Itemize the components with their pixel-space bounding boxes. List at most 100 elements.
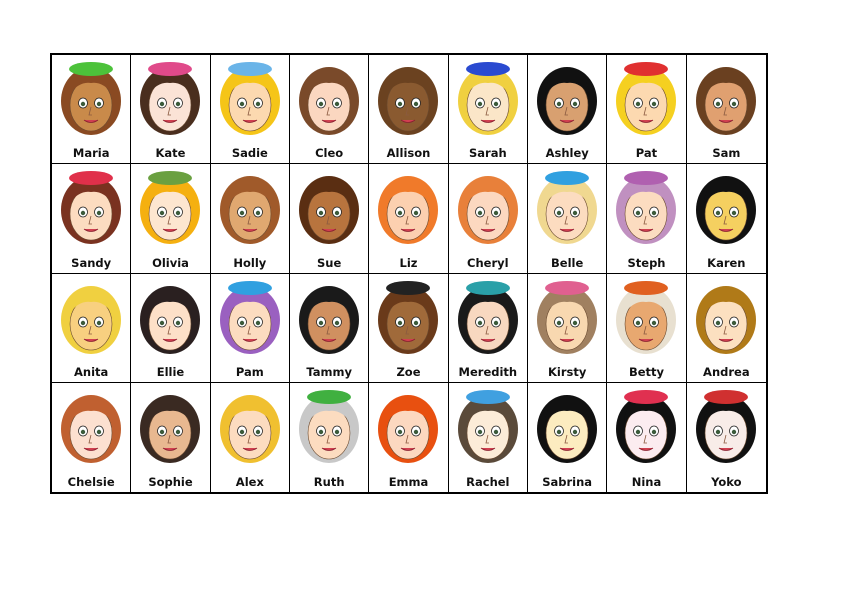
character-card: Sarah xyxy=(448,55,528,165)
character-name: Rachel xyxy=(466,475,510,489)
character-card: Sue xyxy=(290,164,370,274)
character-name: Steph xyxy=(627,255,666,270)
character-portrait xyxy=(457,280,518,354)
character-card: Ashley xyxy=(528,55,608,165)
character-portrait xyxy=(696,389,757,463)
character-portrait xyxy=(457,389,518,463)
character-card: Maria xyxy=(52,55,132,165)
character-card: Meredith xyxy=(448,273,528,383)
character-card: Karen xyxy=(686,164,766,274)
character-name: Olivia xyxy=(152,255,189,270)
character-name: Sarah xyxy=(468,146,507,161)
character-portrait xyxy=(378,394,439,463)
character-portrait xyxy=(61,171,122,245)
character-card: Sabrina xyxy=(528,382,608,492)
character-name: Kate xyxy=(155,146,186,161)
character-card: Andrea xyxy=(686,274,766,383)
character-grid: Maria Kate Sadie Cleo Allison Sarah Ashl… xyxy=(50,53,768,494)
character-name: Pam xyxy=(235,364,264,379)
character-name: Sadie xyxy=(231,146,268,161)
character-name: Ellie xyxy=(156,364,185,379)
character-card: Sadie xyxy=(210,55,290,165)
character-card: Olivia xyxy=(131,164,211,274)
character-name: Sandy xyxy=(71,255,112,270)
character-name: Emma xyxy=(388,475,429,489)
character-name: Maria xyxy=(72,146,110,161)
character-name: Sue xyxy=(317,255,342,270)
character-name: Liz xyxy=(399,255,418,270)
character-name: Sophie xyxy=(148,475,193,489)
character-name: Kirsty xyxy=(547,364,587,379)
character-portrait xyxy=(299,285,360,354)
character-card: Allison xyxy=(369,55,449,165)
character-name: Andrea xyxy=(703,364,750,379)
character-card: Steph xyxy=(607,164,687,274)
character-card: Kate xyxy=(131,55,211,165)
character-portrait xyxy=(219,176,280,245)
character-portrait xyxy=(696,285,757,354)
character-name: Karen xyxy=(707,255,746,270)
character-card: Betty xyxy=(607,273,687,383)
character-card: Alex xyxy=(211,382,290,492)
character-card: Chelsie xyxy=(52,382,132,492)
character-portrait xyxy=(616,171,677,245)
character-card: Sam xyxy=(686,55,766,165)
character-portrait xyxy=(299,67,360,135)
character-name: Cheryl xyxy=(467,255,509,270)
character-card: Ruth xyxy=(290,382,370,492)
character-name: Alex xyxy=(235,475,264,489)
character-portrait xyxy=(299,176,360,245)
character-portrait xyxy=(696,176,757,245)
character-name: Chelsie xyxy=(67,475,115,489)
character-name: Ruth xyxy=(313,475,345,489)
character-name: Yoko xyxy=(711,475,742,489)
character-portrait xyxy=(140,62,201,135)
character-portrait xyxy=(61,285,122,354)
character-name: Nina xyxy=(631,475,662,489)
character-portrait xyxy=(378,176,439,245)
character-name: Sabrina xyxy=(542,475,593,489)
character-portrait xyxy=(299,389,360,463)
character-portrait xyxy=(378,67,439,135)
character-name: Sam xyxy=(712,146,741,161)
character-portrait xyxy=(219,394,280,463)
character-card: Ellie xyxy=(131,273,211,383)
character-name: Zoe xyxy=(396,364,421,379)
character-name: Allison xyxy=(386,146,431,161)
character-card: Rachel xyxy=(449,382,528,492)
character-card: Nina xyxy=(607,382,687,492)
character-portrait xyxy=(537,171,598,245)
character-card: Sophie xyxy=(131,382,211,492)
character-portrait xyxy=(616,62,677,135)
character-portrait xyxy=(616,389,677,463)
character-card: Liz xyxy=(369,164,449,274)
character-name: Belle xyxy=(551,255,584,270)
character-name: Betty xyxy=(628,364,665,379)
character-card: Kirsty xyxy=(528,273,608,383)
character-name: Holly xyxy=(233,255,267,270)
character-name: Ashley xyxy=(545,146,589,161)
character-portrait xyxy=(616,280,677,354)
character-card: Holly xyxy=(210,164,290,274)
character-portrait xyxy=(140,171,201,245)
character-name: Anita xyxy=(74,364,109,379)
character-card: Belle xyxy=(528,164,608,274)
character-portrait xyxy=(140,394,201,463)
character-name: Cleo xyxy=(315,146,344,161)
character-name: Tammy xyxy=(306,364,352,379)
character-name: Pat xyxy=(635,146,658,161)
character-card: Sandy xyxy=(52,164,132,274)
character-card: Pat xyxy=(607,55,687,165)
character-portrait xyxy=(537,394,598,463)
character-name: Meredith xyxy=(458,364,518,379)
character-portrait xyxy=(219,280,280,354)
character-portrait xyxy=(61,62,122,135)
character-card: Cleo xyxy=(290,55,370,165)
character-card: Cheryl xyxy=(448,164,528,274)
character-card: Zoe xyxy=(369,273,449,383)
character-card: Yoko xyxy=(687,383,766,492)
character-portrait xyxy=(61,394,122,463)
character-portrait xyxy=(457,62,518,135)
character-portrait xyxy=(219,62,280,135)
character-card: Emma xyxy=(369,382,449,492)
